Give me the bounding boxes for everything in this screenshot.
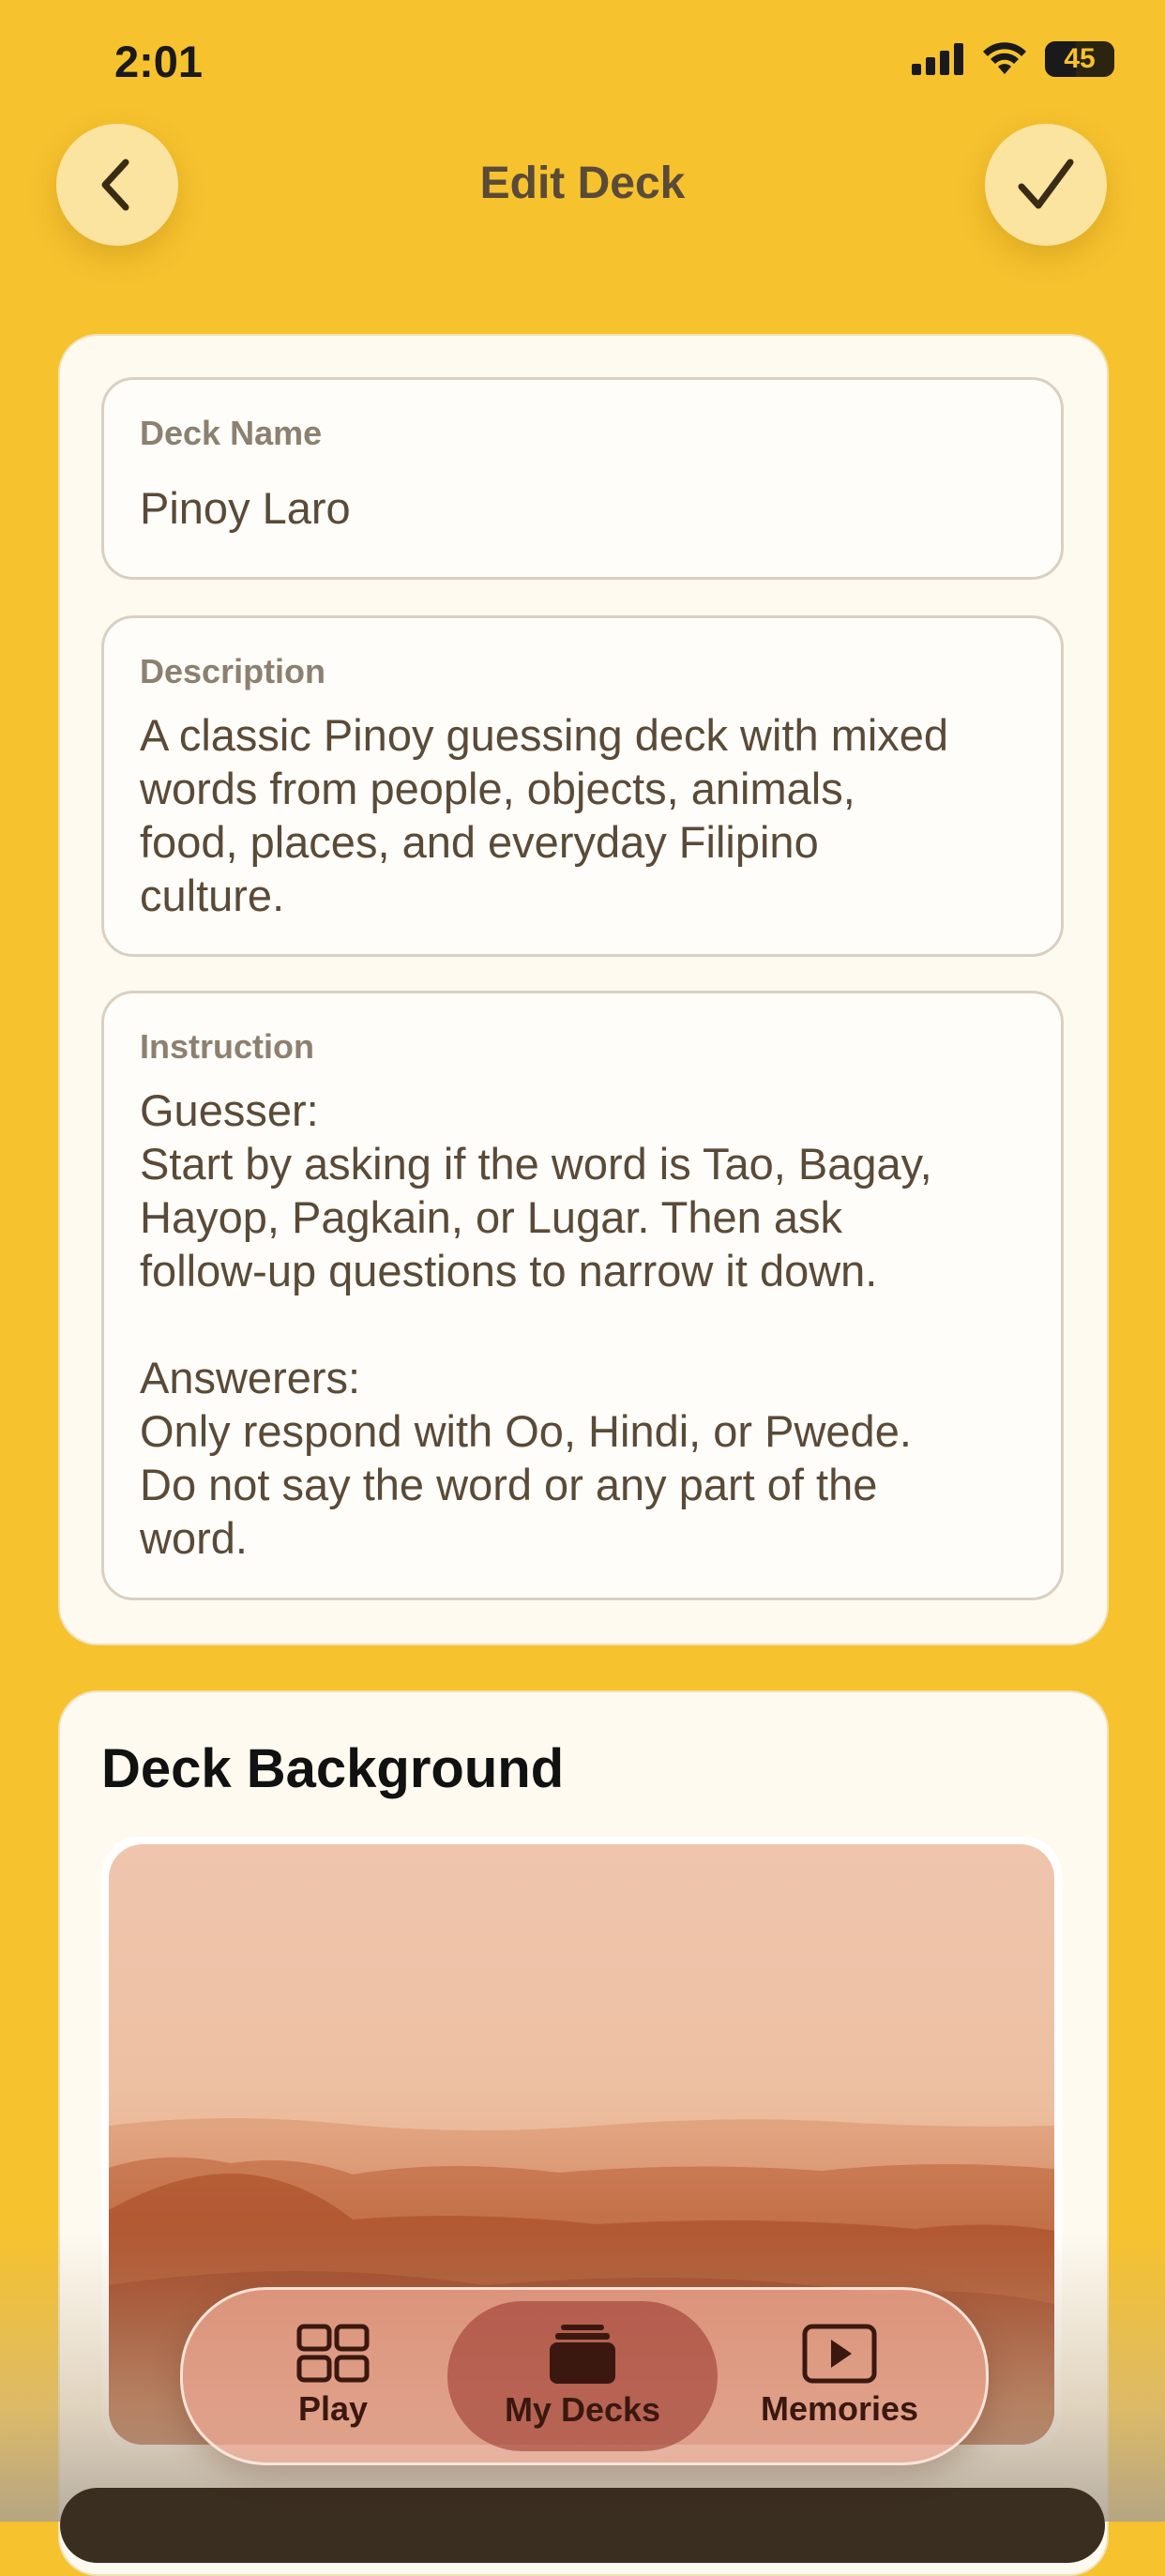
play-icon (802, 2324, 877, 2384)
tab-memories[interactable]: Memories (736, 2290, 943, 2462)
instruction-value: Guesser: Start by asking if the word is … (140, 1085, 932, 1563)
instruction-label: Instruction (140, 1027, 314, 1066)
stack-icon (550, 2325, 615, 2384)
description-value: A classic Pinoy guessing deck with mixed… (140, 710, 949, 920)
save-button[interactable] (985, 124, 1107, 246)
wifi-icon (983, 42, 1026, 74)
tab-bar: Play My Decks Memories (180, 2287, 989, 2465)
status-time: 2:01 (114, 37, 204, 86)
battery-indicator: 45 (1045, 41, 1114, 77)
tab-my-decks-label: My Decks (504, 2390, 661, 2429)
description-field[interactable]: Description A classic Pinoy guessing dec… (101, 615, 1064, 957)
tab-memories-label: Memories (760, 2389, 919, 2428)
primary-action-bar[interactable] (60, 2488, 1105, 2563)
status-icons: 45 (912, 41, 1114, 77)
battery-level: 45 (1064, 43, 1096, 74)
deck-name-label: Deck Name (140, 414, 323, 452)
deck-background-title: Deck Background (101, 1738, 565, 1799)
instruction-field[interactable]: Instruction Guesser: Start by asking if … (101, 991, 1064, 1600)
tab-play[interactable]: Play (239, 2290, 427, 2462)
checkmark-icon (1018, 159, 1074, 209)
grid-icon (296, 2324, 370, 2383)
deck-name-field[interactable]: Deck Name Pinoy Laro (101, 377, 1064, 580)
cellular-signal-icon (912, 43, 963, 75)
deck-name-value: Pinoy Laro (140, 483, 351, 533)
description-label: Description (140, 652, 326, 690)
tab-play-label: Play (297, 2389, 369, 2428)
tab-my-decks[interactable]: My Decks (464, 2290, 701, 2462)
